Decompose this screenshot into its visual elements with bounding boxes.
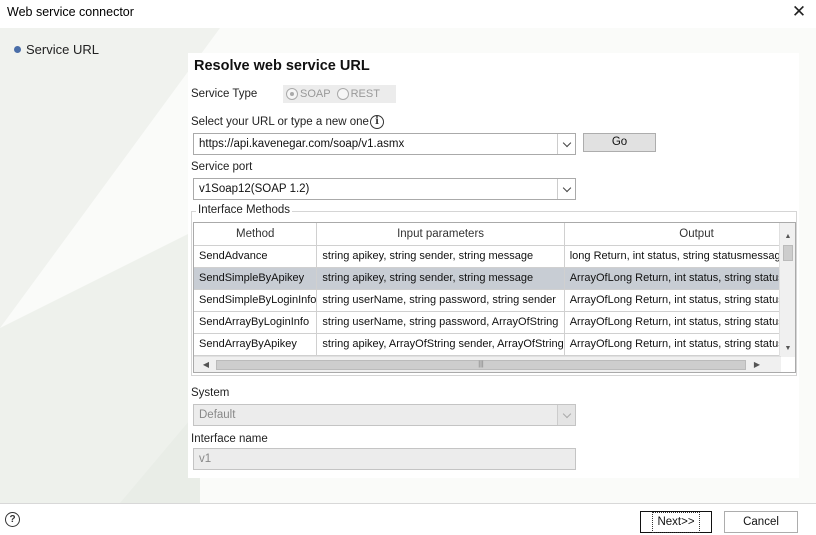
- cell-output: ArrayOfLong Return, int status, string s…: [564, 333, 795, 356]
- close-icon[interactable]: ✕: [788, 2, 810, 24]
- vertical-scroll-thumb[interactable]: [783, 245, 793, 261]
- service-type-radio-group: SOAP REST: [283, 85, 396, 103]
- radio-selected-icon: [286, 88, 298, 100]
- cell-output: ArrayOfLong Return, int status, string s…: [564, 311, 795, 334]
- table-row[interactable]: SendSimpleByLoginInfo string userName, s…: [194, 289, 795, 312]
- service-port-value: v1Soap12(SOAP 1.2): [199, 183, 310, 195]
- cell-method: SendArrayByApikey: [194, 333, 318, 356]
- interface-name-field[interactable]: v1: [193, 448, 576, 470]
- cell-input: string userName, string password, string…: [316, 289, 565, 312]
- column-header-method[interactable]: Method: [194, 223, 318, 246]
- horizontal-scroll-thumb[interactable]: |||: [216, 360, 746, 370]
- scroll-left-icon[interactable]: ◀: [198, 357, 214, 372]
- next-button-label: Next>>: [652, 512, 700, 533]
- system-value: Default: [199, 409, 236, 421]
- radio-soap[interactable]: SOAP: [286, 88, 331, 100]
- page-title: Resolve web service URL: [194, 58, 370, 74]
- cell-output: ArrayOfLong Return, int status, string s…: [564, 267, 795, 290]
- table-row[interactable]: SendArrayByApikey string apikey, ArrayOf…: [194, 333, 795, 356]
- service-port-combobox[interactable]: v1Soap12(SOAP 1.2): [193, 178, 576, 200]
- interface-methods-title: Interface Methods: [196, 204, 293, 216]
- cancel-button[interactable]: Cancel: [724, 511, 798, 533]
- cell-method: SendArrayByLoginInfo: [194, 311, 318, 334]
- column-header-output[interactable]: Output: [564, 223, 795, 246]
- system-label: System: [191, 387, 230, 399]
- url-value: https://api.kavenegar.com/soap/v1.asmx: [199, 138, 405, 150]
- cell-input: string apikey, string sender, string mes…: [316, 267, 565, 290]
- radio-rest[interactable]: REST: [336, 88, 380, 100]
- column-header-input[interactable]: Input parameters: [316, 223, 565, 246]
- next-button[interactable]: Next>>: [640, 511, 712, 533]
- go-button[interactable]: Go: [583, 133, 656, 152]
- bullet-icon: [14, 46, 21, 53]
- cell-input: string userName, string password, ArrayO…: [316, 311, 565, 334]
- url-label: Select your URL or type a new one: [191, 116, 369, 128]
- dialog-footer: ? Next>> Cancel: [0, 503, 816, 535]
- radio-soap-label: SOAP: [300, 88, 331, 100]
- nav-item-service-url[interactable]: Service URL: [14, 42, 99, 57]
- service-port-label: Service port: [191, 161, 253, 173]
- system-combobox[interactable]: Default: [193, 404, 576, 426]
- cell-input: string apikey, string sender, string mes…: [316, 245, 565, 268]
- service-type-label: Service Type: [191, 88, 258, 100]
- cell-input: string apikey, ArrayOfString sender, Arr…: [316, 333, 565, 356]
- methods-grid: Method Input parameters Output SendAdvan…: [193, 222, 796, 373]
- nav-item-label: Service URL: [26, 42, 99, 57]
- scroll-right-icon[interactable]: ▶: [749, 357, 765, 372]
- radio-unselected-icon: [336, 88, 349, 100]
- table-row[interactable]: SendArrayByLoginInfo string userName, st…: [194, 311, 795, 334]
- radio-rest-label: REST: [350, 88, 380, 100]
- table-row-selected[interactable]: SendSimpleByApikey string apikey, string…: [194, 267, 795, 290]
- chevron-down-icon[interactable]: [557, 134, 575, 154]
- scroll-down-icon[interactable]: ▼: [780, 343, 795, 355]
- horizontal-scrollbar[interactable]: ◀ ||| ▶: [194, 356, 781, 372]
- help-icon[interactable]: ?: [5, 512, 20, 527]
- cell-output: ArrayOfLong Return, int status, string s…: [564, 289, 795, 312]
- cell-method: SendAdvance: [194, 245, 318, 268]
- scroll-up-icon[interactable]: ▲: [780, 231, 795, 243]
- url-combobox[interactable]: https://api.kavenegar.com/soap/v1.asmx: [193, 133, 576, 155]
- cell-method: SendSimpleByApikey: [194, 267, 318, 290]
- chevron-down-icon: [557, 405, 575, 425]
- chevron-down-icon[interactable]: [557, 179, 575, 199]
- title-bar: Web service connector ✕: [0, 0, 816, 28]
- info-icon[interactable]: i: [370, 115, 384, 129]
- window-title: Web service connector: [7, 5, 134, 19]
- cell-method: SendSimpleByLoginInfo: [194, 289, 318, 312]
- interface-name-label: Interface name: [191, 433, 268, 445]
- table-row[interactable]: SendAdvance string apikey, string sender…: [194, 245, 795, 268]
- interface-name-value: v1: [199, 453, 212, 465]
- vertical-scrollbar[interactable]: ▲ ▼: [779, 223, 795, 357]
- grid-header-row: Method Input parameters Output: [194, 223, 795, 246]
- cell-output: long Return, int status, string statusme…: [564, 245, 795, 268]
